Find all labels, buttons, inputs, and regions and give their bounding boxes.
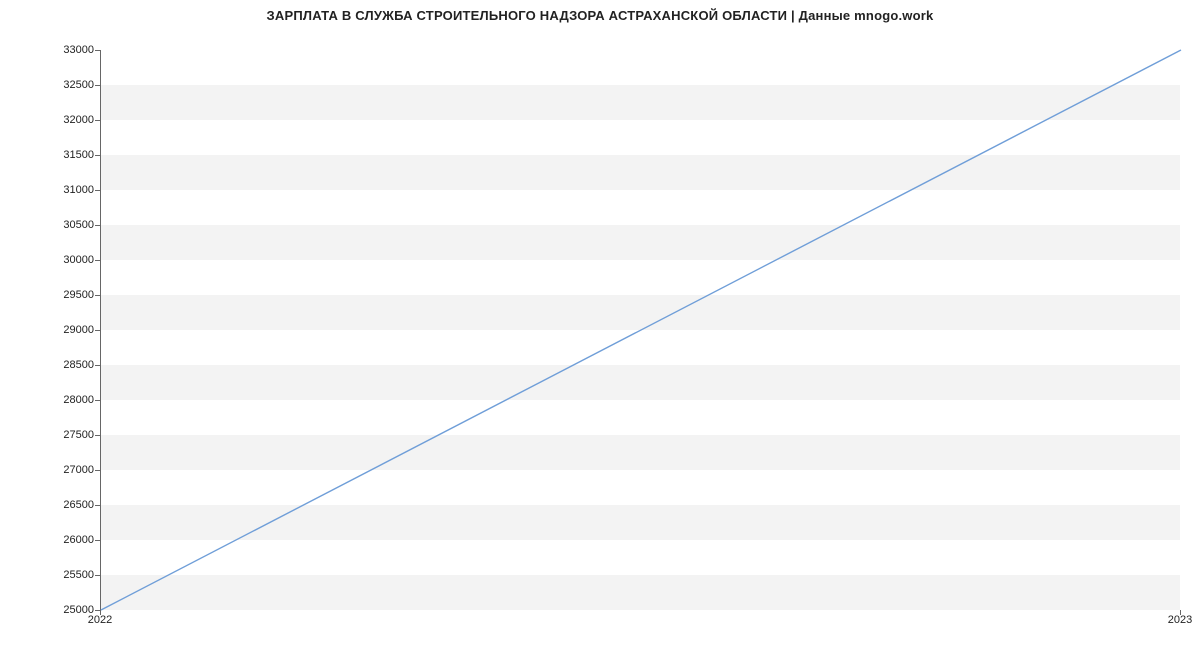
y-tick-label: 25500: [4, 569, 94, 581]
y-tick-label: 30500: [4, 219, 94, 231]
chart-container: ЗАРПЛАТА В СЛУЖБА СТРОИТЕЛЬНОГО НАДЗОРА …: [0, 0, 1200, 650]
x-tick-mark: [1180, 610, 1181, 615]
y-tick-label: 32500: [4, 79, 94, 91]
y-tick-label: 26500: [4, 499, 94, 511]
y-tick-label: 30000: [4, 254, 94, 266]
y-tick-label: 28500: [4, 359, 94, 371]
x-tick-label: 2023: [1168, 614, 1192, 626]
y-tick-label: 25000: [4, 604, 94, 616]
y-tick-label: 32000: [4, 114, 94, 126]
y-tick-label: 31500: [4, 149, 94, 161]
y-tick-label: 29500: [4, 289, 94, 301]
data-line: [101, 50, 1181, 610]
y-tick-label: 29000: [4, 324, 94, 336]
y-tick-label: 33000: [4, 44, 94, 56]
y-tick-label: 26000: [4, 534, 94, 546]
x-tick-label: 2022: [88, 614, 112, 626]
y-tick-label: 27500: [4, 429, 94, 441]
y-tick-label: 27000: [4, 464, 94, 476]
y-tick-label: 28000: [4, 394, 94, 406]
chart-title: ЗАРПЛАТА В СЛУЖБА СТРОИТЕЛЬНОГО НАДЗОРА …: [0, 8, 1200, 23]
y-tick-label: 31000: [4, 184, 94, 196]
line-layer: [101, 50, 1180, 609]
plot-area: [100, 50, 1180, 610]
x-tick-mark: [100, 610, 101, 615]
